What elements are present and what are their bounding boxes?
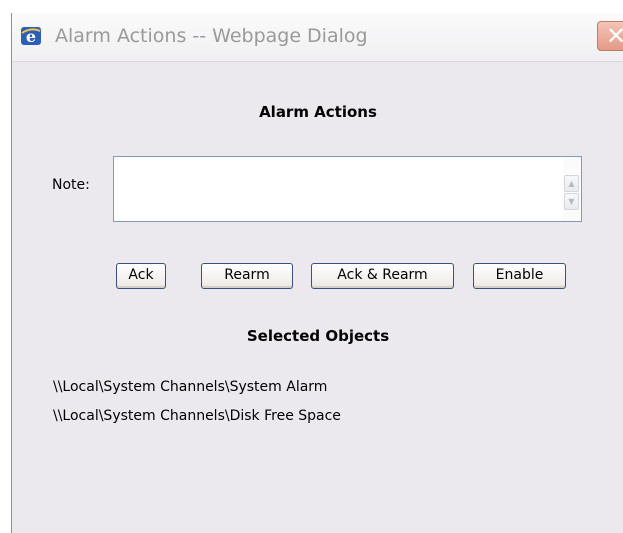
ack-button[interactable]: Ack: [116, 263, 166, 289]
ie-icon: e: [21, 27, 41, 46]
selected-objects-list: \\Local\System Channels\System Alarm \\L…: [53, 373, 341, 431]
dialog-heading: Alarm Actions: [259, 103, 377, 121]
window-title: Alarm Actions -- Webpage Dialog: [55, 25, 368, 47]
dialog-window: e Alarm Actions -- Webpage Dialog ✕ Alar…: [11, 13, 623, 533]
note-scrollbar[interactable]: ▲ ▼: [563, 157, 581, 221]
scroll-up-icon[interactable]: ▲: [564, 175, 579, 192]
selected-objects-heading: Selected Objects: [246, 327, 390, 345]
note-label: Note:: [52, 177, 90, 193]
title-bar[interactable]: e Alarm Actions -- Webpage Dialog ✕: [12, 13, 623, 62]
close-icon: ✕: [606, 22, 623, 50]
ack-rearm-button[interactable]: Ack & Rearm: [311, 263, 454, 289]
list-item: \\Local\System Channels\System Alarm: [53, 379, 328, 395]
list-item: \\Local\System Channels\Disk Free Space: [53, 408, 341, 424]
rearm-button[interactable]: Rearm: [201, 263, 293, 289]
scroll-down-icon[interactable]: ▼: [564, 193, 579, 210]
note-input[interactable]: ▲ ▼: [113, 156, 582, 222]
enable-button[interactable]: Enable: [473, 263, 566, 289]
close-button[interactable]: ✕: [597, 21, 623, 51]
